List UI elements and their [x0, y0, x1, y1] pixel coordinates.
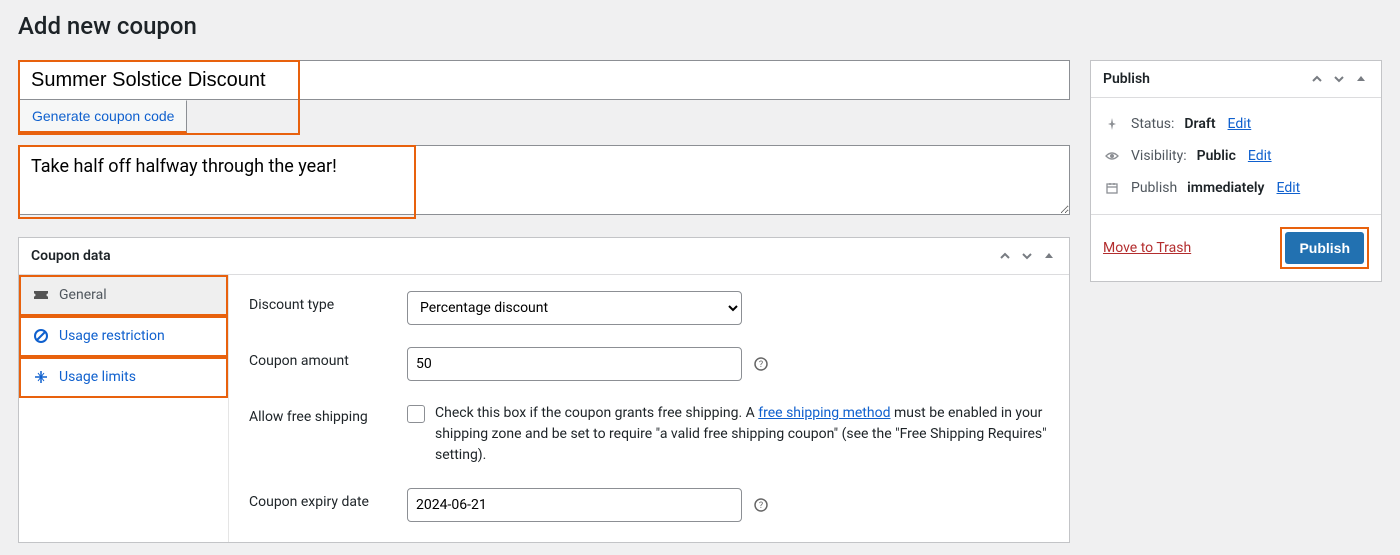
- svg-text:?: ?: [759, 501, 763, 511]
- pin-icon: [1103, 117, 1121, 131]
- publish-button-highlight: Publish: [1280, 227, 1369, 269]
- visibility-value: Public: [1197, 148, 1236, 164]
- move-up-icon[interactable]: [997, 248, 1013, 264]
- allow-free-shipping-checkbox[interactable]: [407, 405, 425, 423]
- move-up-icon[interactable]: [1309, 71, 1325, 87]
- tab-label: Usage limits: [59, 369, 136, 385]
- coupon-amount-label: Coupon amount: [249, 347, 407, 369]
- visibility-label: Visibility:: [1131, 148, 1187, 164]
- help-icon[interactable]: ?: [752, 496, 770, 514]
- tab-usage-restriction[interactable]: Usage restriction: [19, 316, 228, 357]
- publish-time-edit-link[interactable]: Edit: [1277, 180, 1301, 196]
- panel-controls: [997, 248, 1057, 264]
- coupon-description-textarea[interactable]: Take half off halfway through the year!: [18, 145, 1070, 215]
- discount-type-label: Discount type: [249, 291, 407, 313]
- coupon-amount-input[interactable]: [407, 347, 742, 381]
- page-title: Add new coupon: [18, 12, 1382, 40]
- allow-free-shipping-label: Allow free shipping: [249, 403, 407, 425]
- status-label: Status:: [1131, 116, 1174, 132]
- allow-free-shipping-description: Check this box if the coupon grants free…: [435, 403, 1049, 466]
- arrows-icon: [33, 369, 49, 385]
- generate-coupon-code-button[interactable]: Generate coupon code: [20, 100, 187, 133]
- panel-controls: [1309, 71, 1369, 87]
- toggle-panel-icon[interactable]: [1041, 248, 1057, 264]
- discount-type-select[interactable]: Percentage discount: [407, 291, 742, 325]
- svg-text:?: ?: [759, 360, 763, 370]
- tab-general[interactable]: General: [19, 275, 228, 316]
- free-shipping-method-link[interactable]: free shipping method: [758, 405, 890, 421]
- coupon-data-panel: Coupon data: [18, 237, 1070, 543]
- ticket-icon: [33, 287, 49, 303]
- visibility-edit-link[interactable]: Edit: [1248, 148, 1272, 164]
- publish-button[interactable]: Publish: [1285, 232, 1364, 264]
- eye-icon: [1103, 149, 1121, 163]
- calendar-icon: [1103, 181, 1121, 195]
- block-icon: [33, 328, 49, 344]
- status-value: Draft: [1184, 116, 1215, 132]
- tab-label: General: [59, 287, 107, 303]
- publish-time-value: immediately: [1187, 180, 1264, 196]
- coupon-title-input[interactable]: [18, 60, 1070, 100]
- tab-usage-limits[interactable]: Usage limits: [19, 357, 228, 398]
- publish-heading: Publish: [1103, 71, 1150, 87]
- coupon-expiry-input[interactable]: [407, 488, 742, 522]
- generate-code-highlight: Generate coupon code: [18, 100, 300, 135]
- help-icon[interactable]: ?: [752, 355, 770, 373]
- tab-label: Usage restriction: [59, 328, 165, 344]
- move-to-trash-link[interactable]: Move to Trash: [1103, 240, 1191, 256]
- coupon-expiry-label: Coupon expiry date: [249, 488, 407, 510]
- publish-time-label: Publish: [1131, 180, 1177, 196]
- status-edit-link[interactable]: Edit: [1228, 116, 1252, 132]
- toggle-panel-icon[interactable]: [1353, 71, 1369, 87]
- publish-panel: Publish S: [1090, 60, 1382, 282]
- move-down-icon[interactable]: [1331, 71, 1347, 87]
- move-down-icon[interactable]: [1019, 248, 1035, 264]
- coupon-data-heading: Coupon data: [31, 248, 111, 264]
